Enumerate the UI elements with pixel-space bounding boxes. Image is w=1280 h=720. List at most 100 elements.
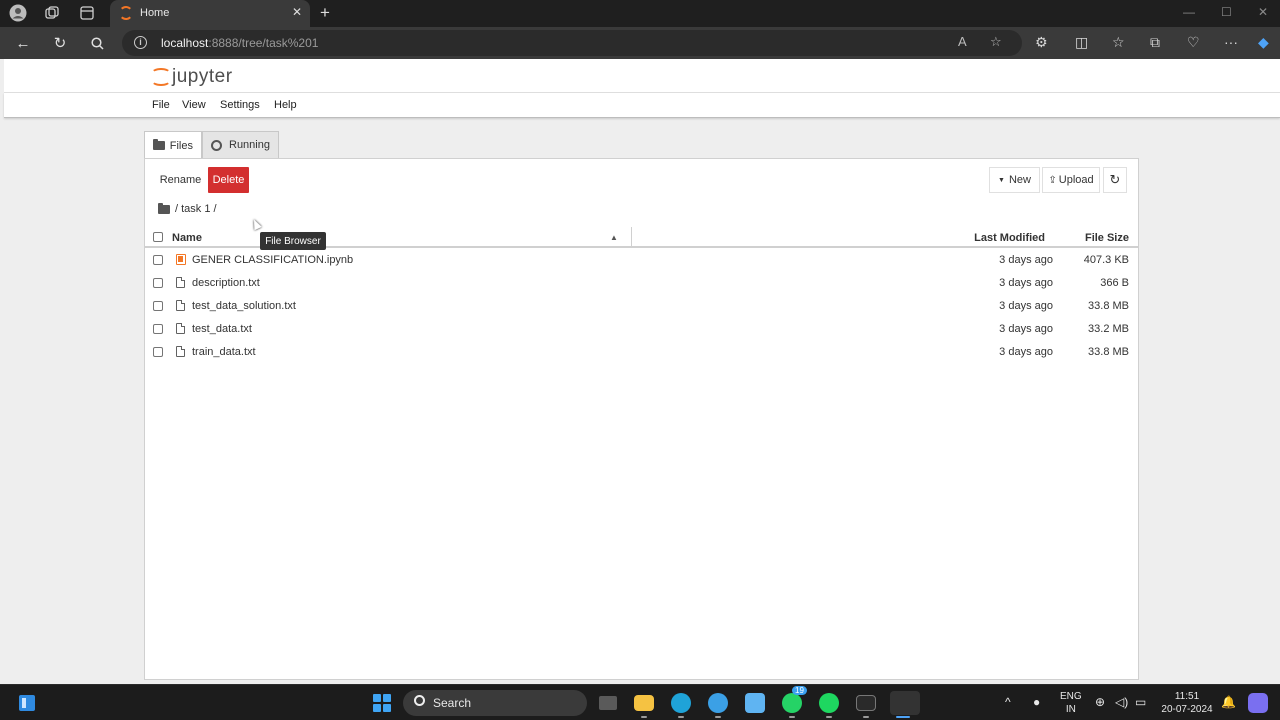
tab-files[interactable]: Files bbox=[144, 131, 202, 159]
row-checkbox[interactable] bbox=[153, 278, 163, 288]
language-code: ENG bbox=[1060, 691, 1082, 702]
maximize-icon[interactable]: ☐ bbox=[1221, 5, 1232, 19]
file-explorer-icon[interactable] bbox=[632, 691, 656, 715]
task-view-icon[interactable] bbox=[596, 691, 620, 715]
new-button[interactable]: ▼ New bbox=[989, 167, 1040, 193]
whatsapp-icon[interactable]: 19 bbox=[780, 686, 807, 715]
more-options-icon[interactable]: ··· bbox=[1224, 34, 1238, 50]
select-all-checkbox[interactable] bbox=[153, 232, 163, 242]
breadcrumb-path[interactable]: / task 1 / bbox=[175, 203, 217, 215]
network-icon[interactable]: ⊕ bbox=[1095, 695, 1105, 709]
browser-tab-home[interactable]: Home ✕ bbox=[110, 0, 310, 27]
tab-running[interactable]: Running bbox=[202, 131, 279, 158]
jupyter-logo[interactable]: jupyter bbox=[150, 65, 233, 89]
file-name[interactable]: GENER CLASSIFICATION.ipynb bbox=[192, 254, 353, 266]
microsoft-store-icon[interactable] bbox=[743, 691, 767, 715]
profile-icon[interactable] bbox=[8, 4, 28, 22]
spotify-icon[interactable] bbox=[817, 691, 841, 715]
delete-button[interactable]: Delete bbox=[208, 167, 249, 193]
running-indicator bbox=[641, 716, 647, 718]
file-row[interactable]: train_data.txt 3 days ago 33.8 MB bbox=[145, 341, 1138, 364]
python-app-icon[interactable] bbox=[706, 691, 730, 715]
copilot-icon[interactable]: ◆ bbox=[1258, 34, 1269, 51]
column-file-size[interactable]: File Size bbox=[1085, 232, 1129, 244]
volume-icon[interactable]: ◁) bbox=[1115, 695, 1128, 709]
copilot-taskbar-icon[interactable] bbox=[1246, 691, 1270, 715]
menu-view[interactable]: View bbox=[182, 99, 206, 111]
menu-settings[interactable]: Settings bbox=[220, 99, 260, 111]
file-name[interactable]: train_data.txt bbox=[192, 346, 256, 358]
jupyter-logo-text: jupyter bbox=[172, 66, 233, 87]
column-last-modified[interactable]: Last Modified bbox=[974, 232, 1045, 244]
refresh-files-icon: ↻ bbox=[1109, 172, 1121, 187]
back-icon[interactable]: ← bbox=[12, 33, 34, 53]
active-window-button[interactable] bbox=[890, 691, 920, 715]
edge-browser-icon[interactable] bbox=[669, 691, 693, 715]
extensions-icon[interactable]: ⚙ bbox=[1035, 34, 1048, 51]
file-row[interactable]: test_data.txt 3 days ago 33.2 MB bbox=[145, 318, 1138, 341]
file-modified: 3 days ago bbox=[999, 323, 1053, 335]
row-checkbox[interactable] bbox=[153, 324, 163, 334]
file-name[interactable]: test_data_solution.txt bbox=[192, 300, 296, 312]
notifications-bell-icon[interactable]: 🔔 bbox=[1221, 695, 1236, 709]
file-size: 33.2 MB bbox=[1088, 323, 1129, 335]
file-row[interactable]: GENER CLASSIFICATION.ipynb 3 days ago 40… bbox=[145, 249, 1138, 272]
menu-file[interactable]: File bbox=[152, 99, 170, 111]
text-file-icon bbox=[176, 300, 185, 311]
upload-button-label: Upload bbox=[1058, 174, 1094, 186]
column-name[interactable]: Name bbox=[172, 232, 202, 244]
close-window-icon[interactable]: ✕ bbox=[1258, 5, 1268, 19]
tab-files-label: Files bbox=[169, 139, 193, 152]
jupyter-page: jupyter File View Settings Help Files Ru… bbox=[4, 59, 1280, 680]
refresh-icon[interactable]: ↻ bbox=[49, 33, 71, 53]
browser-essentials-icon[interactable]: ♡ bbox=[1187, 34, 1200, 51]
favorites-icon[interactable]: ☆ bbox=[1112, 34, 1125, 51]
clock[interactable]: 11:51 20-07-2024 bbox=[1160, 690, 1214, 716]
upload-button[interactable]: ⇪ Upload bbox=[1042, 167, 1100, 193]
running-indicator bbox=[789, 716, 795, 718]
active-indicator bbox=[896, 716, 910, 718]
new-button-label: New bbox=[1008, 174, 1031, 186]
file-size: 407.3 KB bbox=[1083, 254, 1129, 266]
workspaces-icon[interactable] bbox=[42, 4, 62, 22]
language-indicator[interactable]: ENG IN bbox=[1060, 690, 1082, 716]
home-folder-icon[interactable] bbox=[158, 202, 170, 214]
row-checkbox[interactable] bbox=[153, 255, 163, 265]
split-screen-icon[interactable]: ◫ bbox=[1075, 34, 1088, 51]
new-tab-icon[interactable]: + bbox=[320, 3, 330, 23]
collections-icon[interactable]: ⧉ bbox=[1150, 34, 1160, 51]
column-divider[interactable] bbox=[631, 227, 632, 247]
site-info-icon[interactable]: i bbox=[134, 36, 147, 49]
battery-icon[interactable]: ▭ bbox=[1135, 695, 1146, 709]
row-checkbox[interactable] bbox=[153, 301, 163, 311]
whatsapp-badge: 19 bbox=[792, 686, 807, 695]
file-size: 33.8 MB bbox=[1088, 300, 1129, 312]
read-aloud-icon[interactable]: A bbox=[958, 34, 967, 49]
row-checkbox[interactable] bbox=[153, 347, 163, 357]
sort-ascending-icon[interactable]: ▲ bbox=[610, 233, 618, 242]
file-row[interactable]: test_data_solution.txt 3 days ago 33.8 M… bbox=[145, 295, 1138, 318]
minimize-icon[interactable]: — bbox=[1183, 5, 1195, 19]
file-name[interactable]: description.txt bbox=[192, 277, 260, 289]
menu-help[interactable]: Help bbox=[274, 99, 297, 111]
windows-start-icon[interactable] bbox=[370, 691, 394, 715]
clock-time: 11:51 bbox=[1174, 691, 1200, 702]
microphone-icon[interactable]: ● bbox=[1033, 695, 1040, 709]
favorite-star-icon[interactable]: ☆ bbox=[990, 34, 1002, 50]
search-icon[interactable] bbox=[86, 33, 108, 53]
refresh-files-button[interactable]: ↻ bbox=[1103, 167, 1127, 193]
file-row[interactable]: description.txt 3 days ago 366 B bbox=[145, 272, 1138, 295]
running-indicator bbox=[826, 716, 832, 718]
terminal-icon[interactable] bbox=[854, 691, 878, 715]
taskbar-search[interactable]: Search bbox=[403, 690, 587, 716]
show-hidden-icons-icon[interactable]: ^ bbox=[1005, 695, 1011, 709]
taskbar-search-icon bbox=[414, 695, 425, 706]
close-tab-icon[interactable]: ✕ bbox=[292, 5, 302, 19]
tab-actions-icon[interactable] bbox=[77, 4, 97, 22]
text-file-icon bbox=[176, 277, 185, 288]
upload-icon: ⇪ bbox=[1048, 174, 1057, 186]
widgets-icon[interactable] bbox=[15, 691, 39, 715]
file-name[interactable]: test_data.txt bbox=[192, 323, 252, 335]
rename-button[interactable]: Rename bbox=[158, 167, 203, 193]
url-field[interactable]: i localhost:8888/tree/task%201 A ☆ bbox=[122, 30, 1022, 56]
